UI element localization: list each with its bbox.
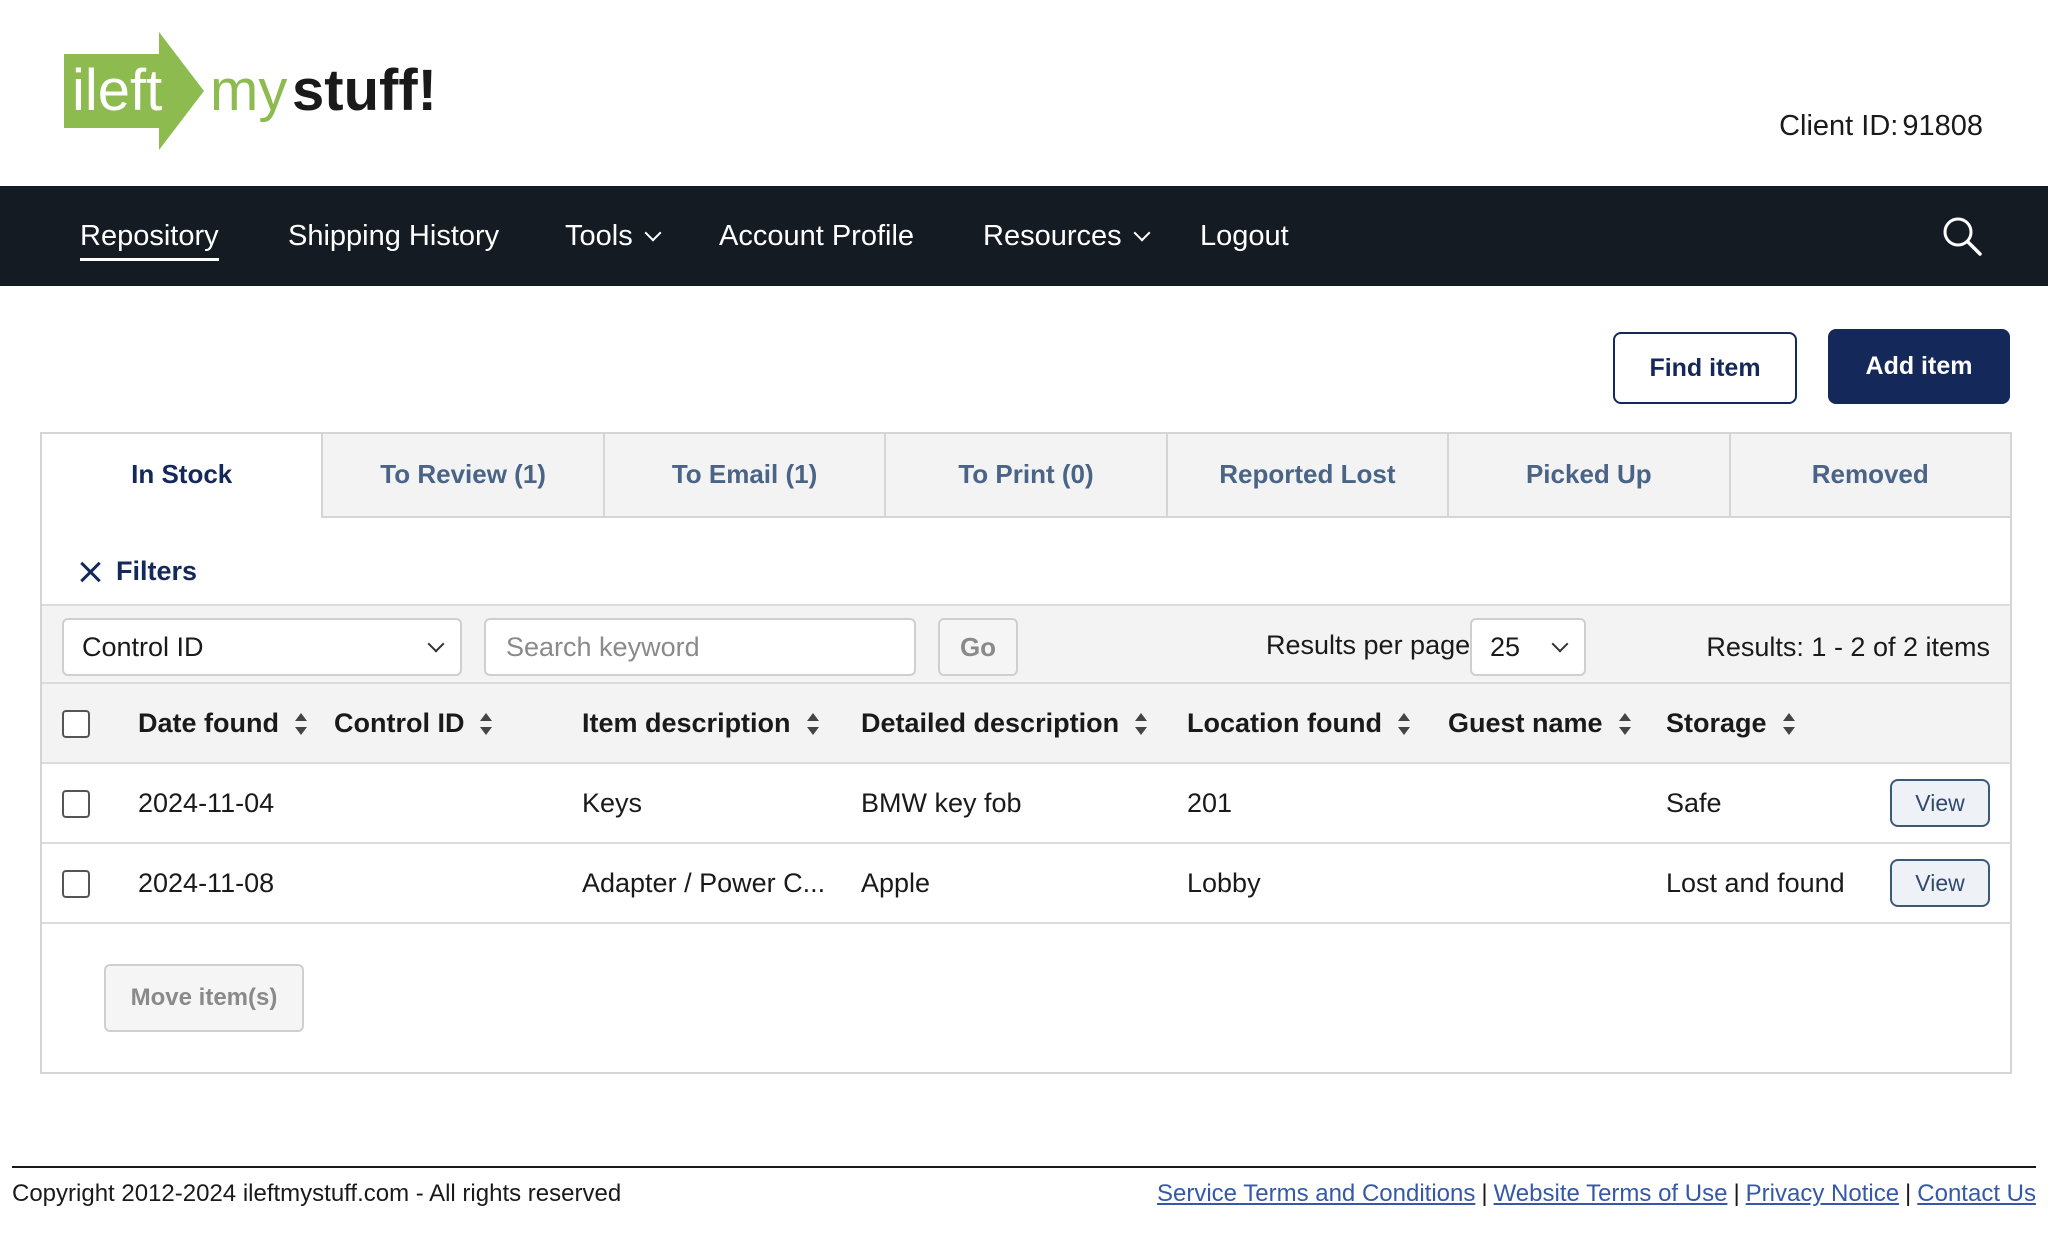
cell-location-found: Lobby [1187, 868, 1261, 898]
footer-link-privacy-notice[interactable]: Privacy Notice [1746, 1180, 1899, 1207]
sort-icon [480, 713, 493, 735]
row-checkbox[interactable] [62, 870, 90, 898]
row-checkbox[interactable] [62, 790, 90, 818]
sort-icon [1135, 713, 1148, 735]
status-tabs: In Stock To Review (1) To Email (1) To P… [42, 434, 2010, 518]
footer-link-website-terms[interactable]: Website Terms of Use [1494, 1180, 1728, 1207]
filters-toggle[interactable]: Filters [78, 556, 197, 587]
nav-item-account-profile[interactable]: Account Profile [719, 186, 914, 286]
tab-removed[interactable]: Removed [1728, 434, 2010, 518]
column-label: Location found [1187, 708, 1382, 738]
cell-date-found: 2024-11-04 [138, 788, 275, 818]
sort-icon [1397, 713, 1410, 735]
select-all-checkbox[interactable] [62, 710, 90, 738]
filters-label: Filters [116, 556, 198, 586]
nav-label: Resources [983, 220, 1122, 252]
filter-field-select[interactable]: Control ID [62, 618, 462, 676]
footer-links: Service Terms and Conditions | Website Ter… [1157, 1180, 2036, 1208]
footer-separator: | [1905, 1180, 1912, 1207]
move-items-button[interactable]: Move item(s) [104, 964, 304, 1032]
column-header-date-found[interactable]: Date found [138, 684, 307, 762]
nav-label: Account Profile [719, 220, 915, 252]
main-nav: Repository Shipping History Tools Accoun… [0, 186, 2048, 286]
view-button[interactable]: View [1890, 779, 1990, 827]
column-label: Control ID [334, 708, 465, 738]
footer-divider [12, 1166, 2036, 1168]
table-header: Date found Control ID Item description D… [42, 684, 2010, 764]
sort-icon [295, 713, 307, 735]
logo-text-stuff: stuff! [292, 58, 437, 123]
cell-storage: Safe [1666, 788, 1722, 818]
nav-label: Shipping History [288, 220, 500, 252]
client-id: Client ID: 91808 [1775, 110, 1983, 143]
sort-icon [1782, 713, 1795, 735]
column-label: Item description [582, 708, 791, 738]
tab-in-stock[interactable]: In Stock [42, 434, 322, 518]
add-item-button[interactable]: Add item [1828, 329, 2010, 404]
copyright-text: Copyright 2012-2024 ileftmystuff.com - A… [12, 1180, 622, 1207]
column-header-location-found[interactable]: Location found [1187, 684, 1410, 762]
footer-link-contact-us[interactable]: Contact Us [1917, 1180, 2036, 1207]
nav-label: Repository [80, 220, 219, 261]
nav-item-logout[interactable]: Logout [1200, 186, 1289, 286]
nav-item-tools[interactable]: Tools [565, 186, 662, 286]
column-header-item-description[interactable]: Item description [582, 684, 819, 762]
footer-link-service-terms[interactable]: Service Terms and Conditions [1157, 1180, 1475, 1207]
table-row: 2024-11-04 Keys BMW key fob 201 Safe Vie… [42, 764, 2010, 844]
column-header-detailed-description[interactable]: Detailed description [861, 684, 1148, 762]
column-label: Date found [138, 708, 279, 738]
chevron-down-icon [427, 635, 445, 653]
tab-to-email[interactable]: To Email (1) [602, 434, 885, 518]
column-header-control-id[interactable]: Control ID [334, 684, 493, 762]
find-item-button[interactable]: Find item [1613, 332, 1797, 404]
go-button[interactable]: Go [938, 618, 1018, 676]
client-id-label: Client ID: [1779, 110, 1899, 142]
column-label: Detailed description [861, 708, 1120, 738]
site-logo[interactable]: ileft my stuff! [64, 32, 444, 150]
nav-item-repository[interactable]: Repository [80, 186, 219, 286]
tab-picked-up[interactable]: Picked Up [1447, 434, 1729, 518]
view-button[interactable]: View [1890, 859, 1990, 907]
footer-separator: | [1481, 1180, 1488, 1207]
column-label: Storage [1666, 708, 1767, 738]
cell-detailed-description: BMW key fob [861, 788, 1022, 818]
cell-storage: Lost and found [1666, 868, 1845, 898]
site-header: ileft my stuff! Client ID: 91808 [0, 0, 2048, 186]
cell-item-description: Adapter / Power C... [582, 868, 826, 898]
results-per-page-label: Results per page: [1266, 630, 1478, 660]
chevron-down-icon [1551, 635, 1569, 653]
cell-detailed-description: Apple [861, 868, 931, 898]
search-icon[interactable] [1942, 216, 1982, 256]
table-row: 2024-11-08 Adapter / Power C... Apple Lo… [42, 844, 2010, 924]
cell-date-found: 2024-11-08 [138, 868, 275, 898]
filter-bar: Control ID Go Results per page: 25 Resul… [42, 604, 2010, 684]
tab-reported-lost[interactable]: Reported Lost [1165, 434, 1448, 518]
sort-icon [1618, 713, 1631, 735]
items-panel: In Stock To Review (1) To Email (1) To P… [40, 432, 2012, 1074]
nav-item-resources[interactable]: Resources [983, 186, 1151, 286]
search-keyword-input[interactable] [484, 618, 916, 676]
column-header-guest-name[interactable]: Guest name [1448, 684, 1631, 762]
column-label: Guest name [1448, 708, 1603, 738]
cell-location-found: 201 [1187, 788, 1233, 818]
chevron-down-icon [644, 224, 662, 242]
sort-icon [806, 713, 819, 735]
nav-item-shipping-history[interactable]: Shipping History [288, 186, 499, 286]
close-icon [78, 560, 102, 584]
logo-text-my: my [210, 58, 287, 123]
footer-separator: | [1733, 1180, 1740, 1207]
logo-text-ileft: ileft [72, 58, 162, 123]
results-per-page-select[interactable]: 25 [1470, 618, 1586, 676]
nav-label: Logout [1200, 220, 1289, 252]
client-id-value: 91808 [1902, 110, 1983, 142]
results-count: Results: 1 - 2 of 2 items [1706, 632, 1990, 662]
nav-label: Tools [565, 220, 633, 252]
column-header-storage[interactable]: Storage [1666, 684, 1795, 762]
cell-item-description: Keys [582, 788, 643, 818]
tab-to-review[interactable]: To Review (1) [321, 434, 603, 518]
filter-field-value: Control ID [82, 632, 204, 662]
chevron-down-icon [1133, 224, 1151, 242]
tab-to-print[interactable]: To Print (0) [884, 434, 1166, 518]
results-per-page-value: 25 [1490, 632, 1521, 662]
